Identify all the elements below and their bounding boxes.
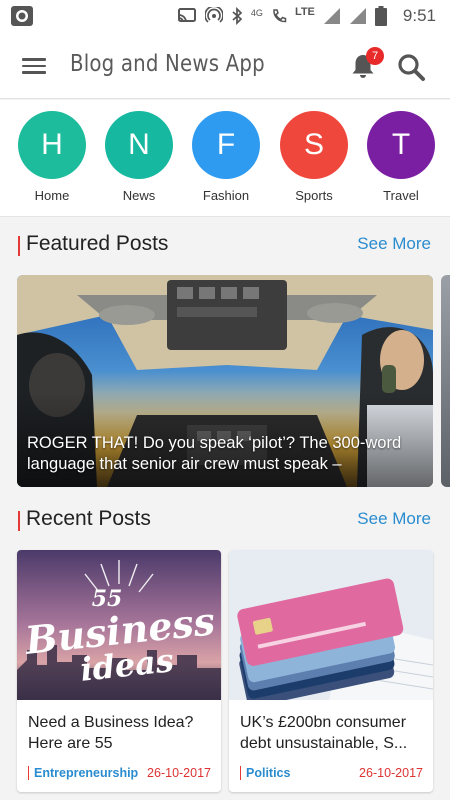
recent-post-card[interactable]: UK’s £200bn consumer debt unsustainable,… <box>229 550 433 792</box>
status-bar: 4G LTE 9:51 <box>0 0 450 33</box>
category-avatar: F <box>192 111 260 179</box>
post-date: 26-10-2017 <box>359 766 423 780</box>
category-avatar: S <box>280 111 348 179</box>
category-row: H Home N News F Fashion S Sports T Trave… <box>0 100 450 217</box>
section-accent-bar <box>18 511 20 531</box>
hotspot-icon <box>204 7 223 23</box>
hamburger-menu-icon[interactable] <box>22 55 48 77</box>
recent-see-more-link[interactable]: See More <box>357 509 431 529</box>
app-bar: Blog and News App 7 <box>0 33 450 99</box>
call-icon <box>273 9 287 23</box>
cast-icon <box>177 8 196 23</box>
featured-section-title: Featured Posts <box>26 232 169 255</box>
category-sports[interactable]: S Sports <box>279 111 349 203</box>
battery-icon <box>374 6 387 26</box>
app-title: Blog and News App <box>70 51 265 77</box>
recent-post-title: UK’s £200bn consumer debt unsustainable,… <box>240 714 408 752</box>
recent-section-title: Recent Posts <box>26 507 151 530</box>
featured-post-card[interactable]: ROGER THAT! Do you speak ‘pilot’? The 30… <box>17 275 433 487</box>
featured-next-card-peek[interactable] <box>441 275 450 487</box>
featured-post-caption: ROGER THAT! Do you speak ‘pilot’? The 30… <box>27 434 402 473</box>
recent-section-header: Recent Posts See More <box>0 507 450 537</box>
bluetooth-icon <box>232 7 243 25</box>
category-label: Sports <box>295 188 333 203</box>
clock: 9:51 <box>402 6 436 25</box>
signal-icon <box>323 8 340 24</box>
category-label: Travel <box>383 188 419 203</box>
featured-see-more-link[interactable]: See More <box>357 234 431 254</box>
network-type: 4G <box>250 8 263 18</box>
post-date: 26-10-2017 <box>147 766 211 780</box>
post-category-label[interactable]: Politics <box>240 766 290 780</box>
category-avatar: N <box>105 111 173 179</box>
recent-post-meta: Entrepreneurship 26-10-2017 <box>28 766 211 782</box>
recent-post-title: Need a Business Idea? Here are 55 <box>28 714 194 752</box>
category-fashion[interactable]: F Fashion <box>191 111 261 203</box>
business-ideas-image: 55 Business ideas <box>17 550 221 700</box>
recent-post-card[interactable]: 55 Business ideas Need a Business Idea? … <box>17 550 221 792</box>
category-news[interactable]: N News <box>104 111 174 203</box>
recent-post-meta: Politics 26-10-2017 <box>240 766 423 782</box>
search-icon[interactable] <box>396 52 426 82</box>
status-icons: 4G LTE 9:51 <box>177 4 436 28</box>
app-notification-icon <box>11 6 33 26</box>
lte-label: LTE <box>294 6 315 18</box>
signal-icon-2 <box>349 8 366 24</box>
category-home[interactable]: H Home <box>17 111 87 203</box>
category-label: News <box>122 188 156 203</box>
category-travel[interactable]: T Travel <box>366 111 436 203</box>
category-avatar: T <box>367 111 435 179</box>
notification-badge: 7 <box>366 47 384 65</box>
category-label: Home <box>34 188 70 203</box>
section-accent-bar <box>18 236 20 256</box>
category-avatar: H <box>18 111 86 179</box>
featured-section-header: Featured Posts See More <box>0 232 450 262</box>
category-label: Fashion <box>202 188 250 203</box>
credit-cards-image <box>229 550 433 700</box>
post-category-label[interactable]: Entrepreneurship <box>28 766 138 780</box>
